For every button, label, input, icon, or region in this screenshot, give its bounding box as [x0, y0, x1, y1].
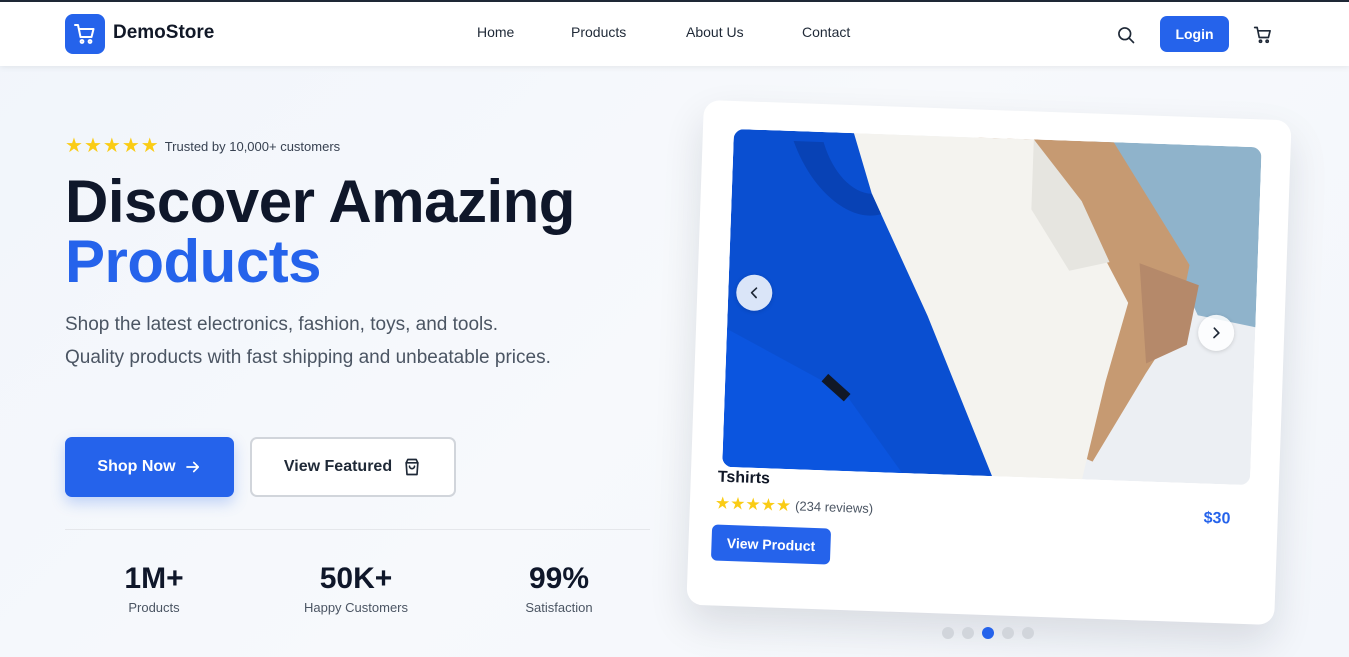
stat-satisfaction: 99% Satisfaction [509, 562, 609, 615]
stat-label: Products [128, 600, 180, 615]
hero-subtext: Shop the latest electronics, fashion, to… [65, 314, 551, 368]
cart-icon[interactable] [1252, 24, 1274, 46]
brand-name[interactable]: DemoStore [113, 22, 214, 44]
view-featured-label: View Featured [283, 458, 393, 475]
star-icon: ★ [729, 494, 746, 514]
stats-divider [65, 529, 650, 530]
logo-cart-icon[interactable] [65, 14, 105, 54]
stat-value: 99% [528, 562, 590, 595]
hero-headline-highlight: Products [65, 228, 322, 295]
product-card: Tshirts ★ ★ ★ ★ ★ (234 reviews) $30 View… [686, 99, 1292, 626]
star-icon: ★ [714, 493, 731, 514]
search-icon[interactable] [1115, 24, 1137, 46]
star-icon: ★ [745, 494, 761, 515]
carousel-dot[interactable] [1002, 627, 1014, 639]
chevron-right-icon [1213, 327, 1220, 339]
carousel-dots [942, 627, 1034, 639]
rating-stars: ★ ★ ★ ★ ★ [65, 136, 159, 156]
nav-products[interactable]: Products [571, 24, 626, 40]
carousel-dot-active[interactable] [982, 627, 994, 639]
arrow-right-icon [185, 461, 199, 473]
stat-value: 1M+ [124, 562, 184, 595]
chevron-left-icon [750, 287, 758, 299]
carousel-dot[interactable] [942, 627, 954, 639]
trust-text: Trusted by 10,000+ customers [164, 138, 341, 154]
shop-now-label: Shop Now [97, 458, 176, 475]
stat-happy-customers: 50K+ Happy Customers [286, 562, 426, 615]
shopping-bag-icon [405, 458, 419, 476]
product-rating: ★ ★ ★ ★ ★ (234 reviews) [714, 493, 874, 518]
product-name: Tshirts [717, 468, 771, 488]
hero-headline: Discover Amazing [65, 168, 575, 235]
stat-label: Satisfaction [525, 600, 593, 615]
review-count: (234 reviews) [794, 498, 874, 517]
star-icon: ★ [65, 135, 83, 157]
stat-products: 1M+ Products [104, 562, 204, 615]
view-featured-button[interactable]: View Featured [250, 437, 456, 497]
nav-home[interactable]: Home [477, 24, 514, 40]
star-icon: ★ [140, 135, 159, 157]
trust-row: ★ ★ ★ ★ ★ Trusted by 10,000+ customers [65, 136, 340, 156]
stat-value: 50K+ [319, 562, 393, 595]
stat-label: Happy Customers [303, 600, 409, 615]
star-icon: ★ [102, 135, 121, 157]
product-price: $30 [1203, 509, 1231, 528]
carousel-dot[interactable] [962, 627, 974, 639]
product-image[interactable] [722, 128, 1262, 486]
login-button[interactable]: Login [1160, 16, 1229, 52]
star-icon: ★ [775, 495, 792, 516]
shop-now-button[interactable]: Shop Now [65, 437, 234, 497]
carousel-dot[interactable] [1022, 627, 1034, 639]
nav-contact[interactable]: Contact [802, 24, 850, 40]
view-product-button[interactable]: View Product [710, 524, 832, 565]
star-icon: ★ [760, 495, 777, 515]
star-icon: ★ [121, 135, 140, 157]
nav-about-us[interactable]: About Us [686, 24, 744, 40]
star-icon: ★ [83, 135, 102, 157]
top-navbar: DemoStore Home Products About Us Contact… [0, 2, 1349, 66]
